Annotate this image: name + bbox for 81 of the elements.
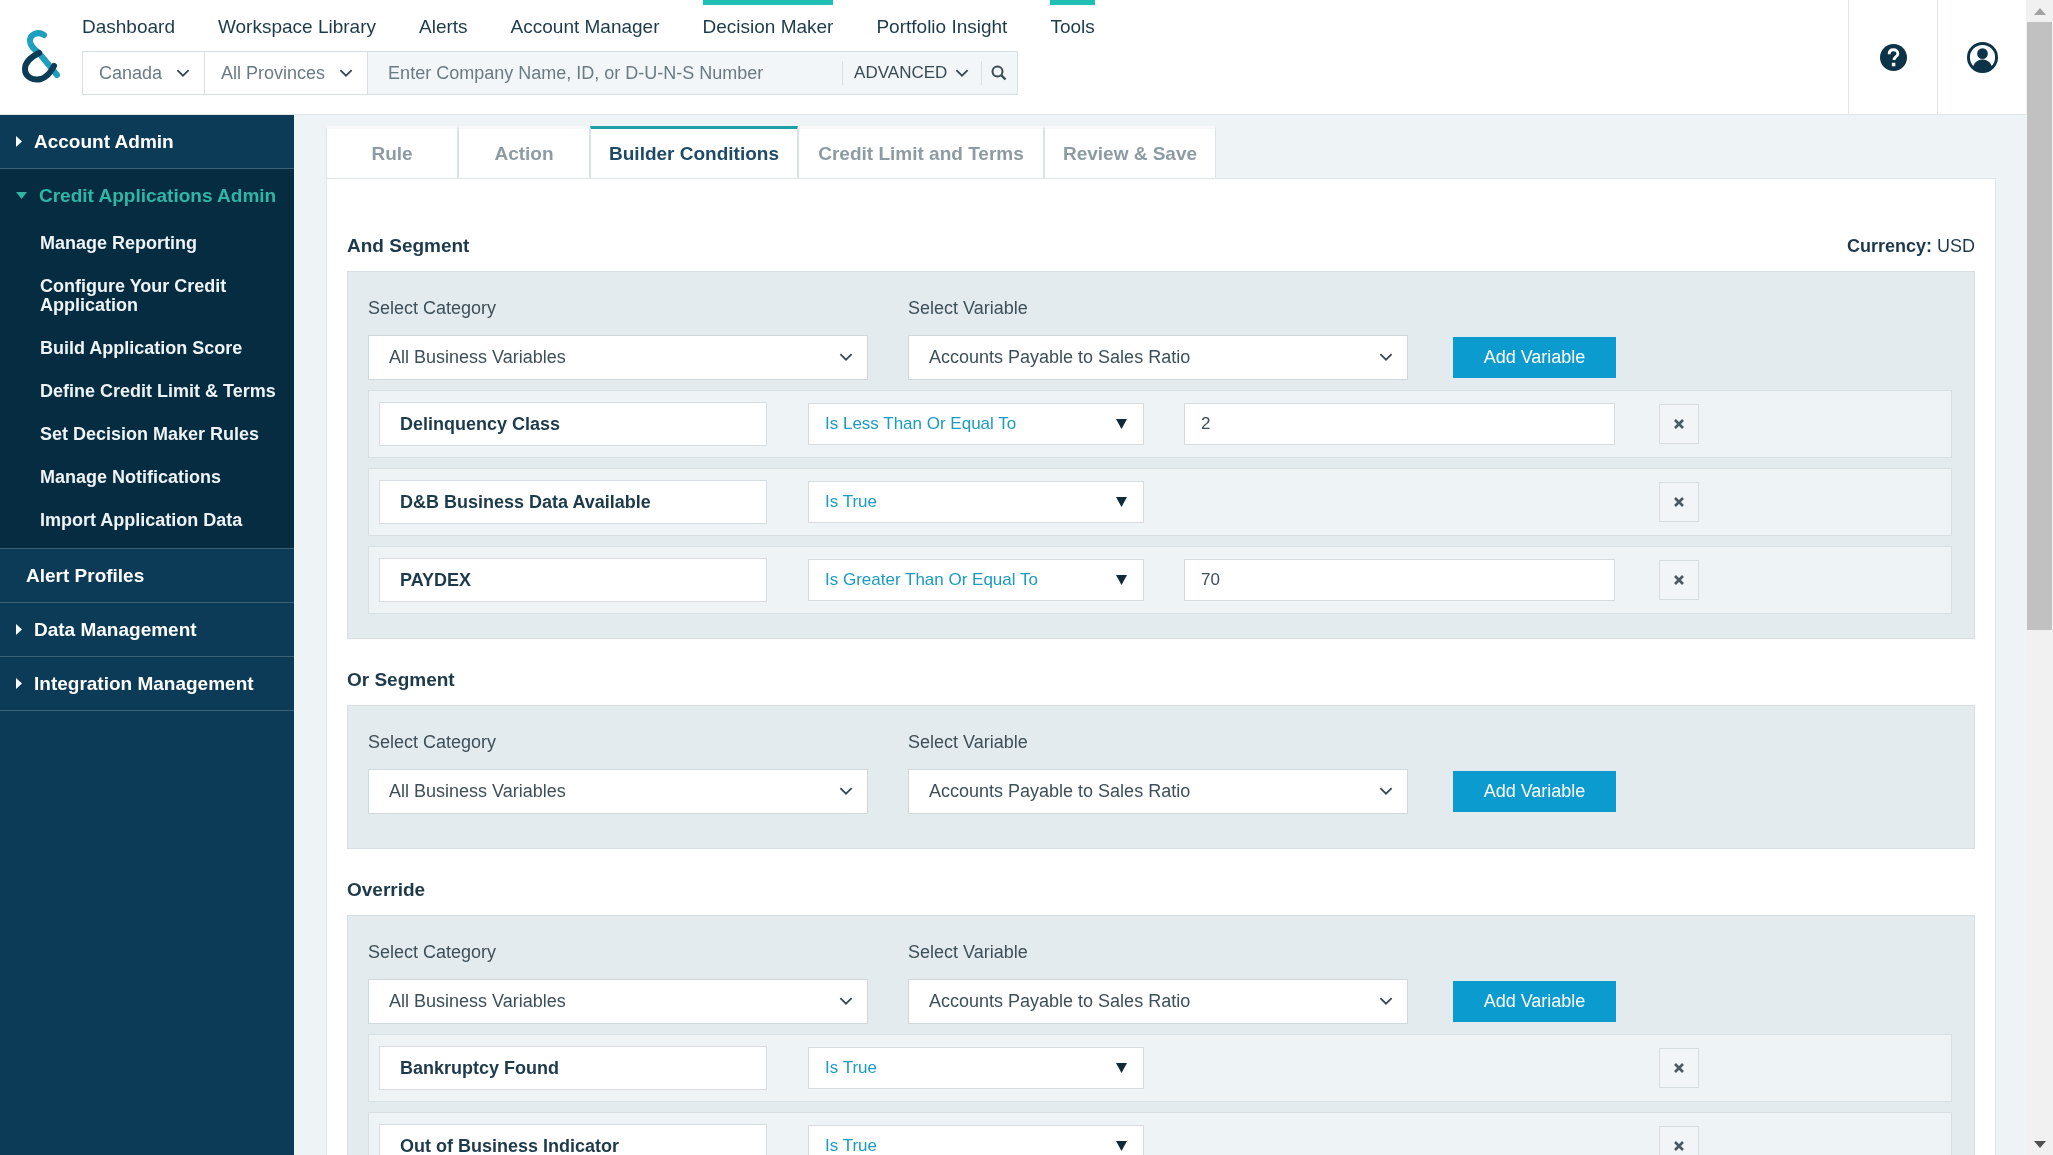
variable-dropdown[interactable]: Accounts Payable to Sales Ratio xyxy=(908,769,1408,814)
country-dropdown[interactable]: Canada xyxy=(82,51,206,95)
section-title: Override xyxy=(347,879,426,901)
field-label: Select Variable xyxy=(908,298,1029,319)
chevron-down-icon xyxy=(955,68,970,78)
close-icon xyxy=(1673,574,1685,586)
section-title: And Segment xyxy=(347,235,470,257)
nav-tab[interactable]: Workspace Library xyxy=(217,0,376,48)
nav-tab[interactable]: Alerts xyxy=(419,0,468,48)
sidebar-group-label: Account Admin xyxy=(34,130,174,153)
search-icon xyxy=(991,65,1008,81)
section-title: Or Segment xyxy=(347,669,455,691)
variable-name-field[interactable]: PAYDEX xyxy=(379,558,767,602)
chevron-down-icon xyxy=(1379,997,1393,1006)
sidebar-item[interactable]: Set Decision Maker Rules xyxy=(0,413,294,456)
province-dropdown[interactable]: All Provinces xyxy=(205,51,369,95)
remove-button[interactable] xyxy=(1659,482,1699,522)
caret-right-icon xyxy=(16,624,22,635)
sidebar-group-label: Data Management xyxy=(34,618,197,641)
category-dropdown[interactable]: All Business Variables xyxy=(368,335,868,380)
nav-tab[interactable]: Portfolio Insight xyxy=(876,0,1008,48)
tab[interactable]: Builder Conditions xyxy=(590,126,798,178)
nav-tab[interactable]: Account Manager xyxy=(510,0,660,48)
value-field[interactable]: 2 xyxy=(1184,403,1615,445)
caret-right-icon xyxy=(16,136,22,147)
sidebar-group-label: Credit Applications Admin xyxy=(39,184,277,207)
nav-tab[interactable]: Tools xyxy=(1050,0,1095,48)
search-button[interactable] xyxy=(981,51,1019,95)
chevron-down-icon xyxy=(1379,353,1393,362)
field-label: Select Variable xyxy=(908,942,1029,963)
sidebar-group-label: Integration Management xyxy=(34,672,254,695)
sidebar-item[interactable]: Import Application Data xyxy=(0,499,294,542)
triangle-down-icon xyxy=(1116,497,1127,507)
field-label: Select Category xyxy=(368,298,498,319)
sidebar-item[interactable]: Define Credit Limit & Terms xyxy=(0,370,294,413)
field-label: Select Variable xyxy=(908,732,1029,753)
scrollbar[interactable] xyxy=(2026,0,2053,1155)
remove-button[interactable] xyxy=(1659,1048,1699,1088)
sidebar-item[interactable]: Configure Your Credit Application xyxy=(0,265,294,327)
chevron-down-icon xyxy=(1379,787,1393,796)
field-label: Select Category xyxy=(368,732,498,753)
logo-icon xyxy=(20,29,62,85)
sidebar-item[interactable]: Build Application Score xyxy=(0,327,294,370)
category-dropdown[interactable]: All Business Variables xyxy=(368,979,868,1024)
variable-name-field[interactable]: Out of Business Indicator xyxy=(379,1124,767,1155)
sidebar-item[interactable]: Manage Notifications xyxy=(0,456,294,499)
variable-dropdown[interactable]: Accounts Payable to Sales Ratio xyxy=(908,335,1408,380)
search-field[interactable]: Enter Company Name, ID, or D-U-N-S Number xyxy=(368,51,843,95)
triangle-down-icon xyxy=(1116,1141,1127,1151)
nav-tab[interactable]: Dashboard xyxy=(82,0,175,48)
user-icon[interactable] xyxy=(1966,41,1998,73)
chevron-down-icon xyxy=(839,353,853,362)
remove-button[interactable] xyxy=(1659,560,1699,600)
variable-name-field[interactable]: Delinquency Class xyxy=(379,402,767,446)
chevron-down-icon xyxy=(339,68,354,78)
scroll-down-icon[interactable] xyxy=(2033,1140,2046,1148)
sidebar-item[interactable]: Manage Reporting xyxy=(0,222,294,265)
variable-name-field[interactable]: D&B Business Data Available xyxy=(379,480,767,524)
chevron-down-icon xyxy=(176,68,191,78)
field-label: Select Category xyxy=(368,942,498,963)
remove-button[interactable] xyxy=(1659,404,1699,444)
value-field[interactable]: 70 xyxy=(1184,559,1615,601)
remove-button[interactable] xyxy=(1659,1126,1699,1155)
close-icon xyxy=(1673,1140,1685,1152)
triangle-down-icon xyxy=(1116,575,1127,585)
close-icon xyxy=(1673,418,1685,430)
advanced-dropdown[interactable]: ADVANCED xyxy=(842,51,982,95)
close-icon xyxy=(1673,496,1685,508)
variable-dropdown[interactable]: Accounts Payable to Sales Ratio xyxy=(908,979,1408,1024)
currency-label: Currency: USD xyxy=(1846,236,1975,257)
caret-right-icon xyxy=(16,678,22,689)
triangle-down-icon xyxy=(1116,419,1127,429)
variable-name-field[interactable]: Bankruptcy Found xyxy=(379,1046,767,1090)
triangle-down-icon xyxy=(1116,1063,1127,1073)
help-icon[interactable] xyxy=(1879,43,1907,71)
chevron-down-icon xyxy=(839,997,853,1006)
caret-down-icon xyxy=(16,192,27,199)
category-dropdown[interactable]: All Business Variables xyxy=(368,769,868,814)
chevron-down-icon xyxy=(839,787,853,796)
sidebar-group[interactable]: Credit Applications Admin xyxy=(0,169,294,222)
close-icon xyxy=(1673,1062,1685,1074)
